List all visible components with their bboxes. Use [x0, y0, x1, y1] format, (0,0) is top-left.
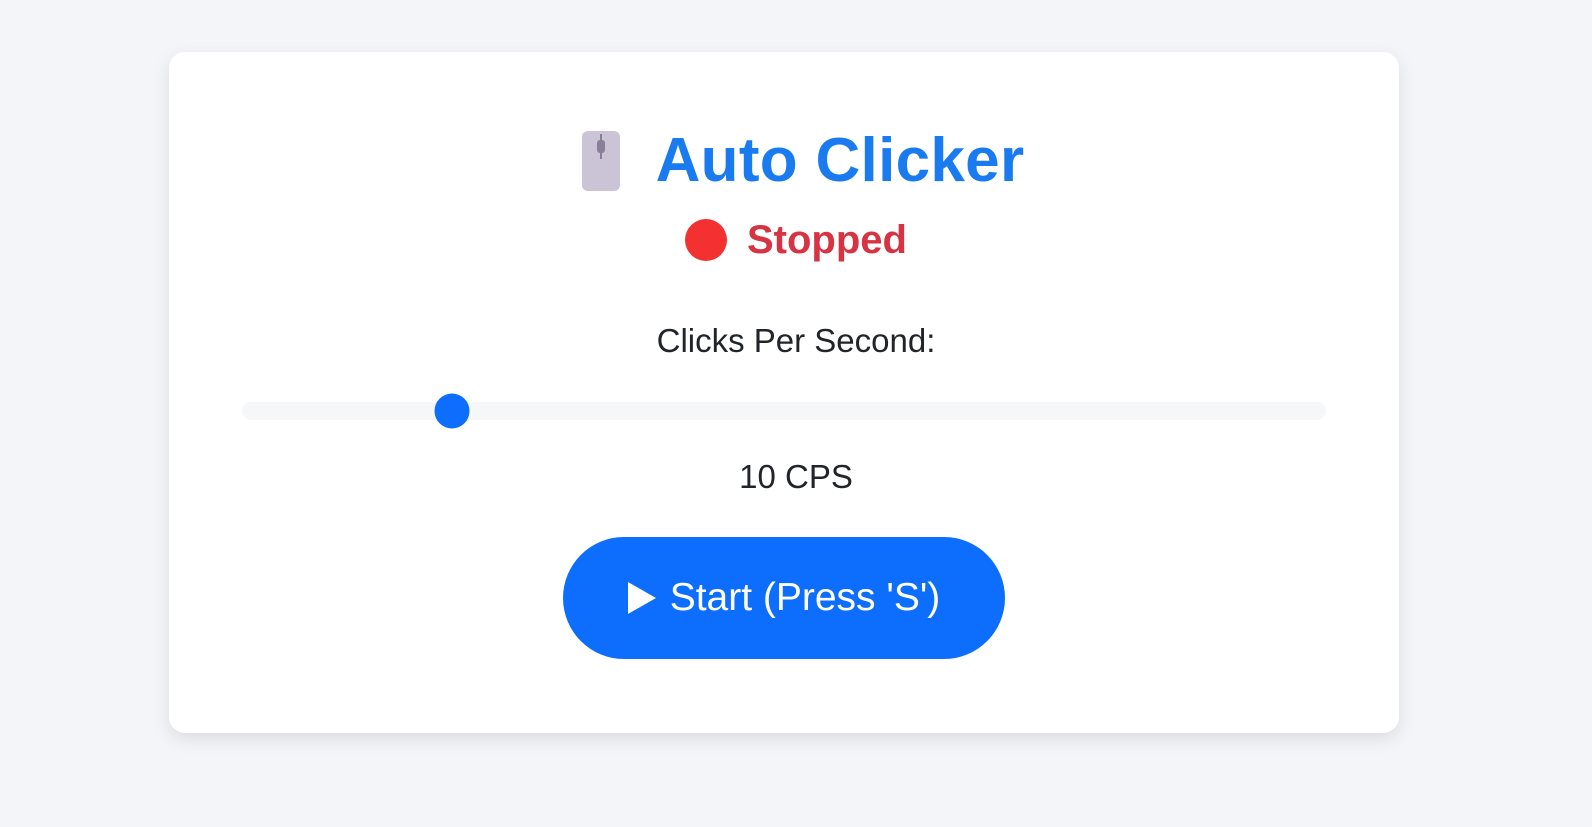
cps-value-display: 10 CPS [739, 458, 853, 495]
cps-label: Clicks Per Second: [656, 322, 936, 359]
start-button[interactable]: Start (Press 'S') [563, 537, 1005, 659]
cps-slider-track[interactable] [242, 402, 1326, 420]
app-header: Auto Clicker [7, 124, 1592, 198]
app-title: Auto Clicker [655, 126, 1025, 195]
status-text: Stopped [747, 218, 907, 262]
status-dot-icon [685, 219, 727, 261]
computer-mouse-icon [581, 131, 620, 191]
play-icon [627, 582, 656, 614]
start-button-label: Start (Press 'S') [669, 576, 941, 619]
cps-slider-thumb[interactable] [434, 393, 470, 429]
status-indicator: Stopped [0, 213, 1592, 267]
cps-slider[interactable] [242, 393, 1326, 429]
